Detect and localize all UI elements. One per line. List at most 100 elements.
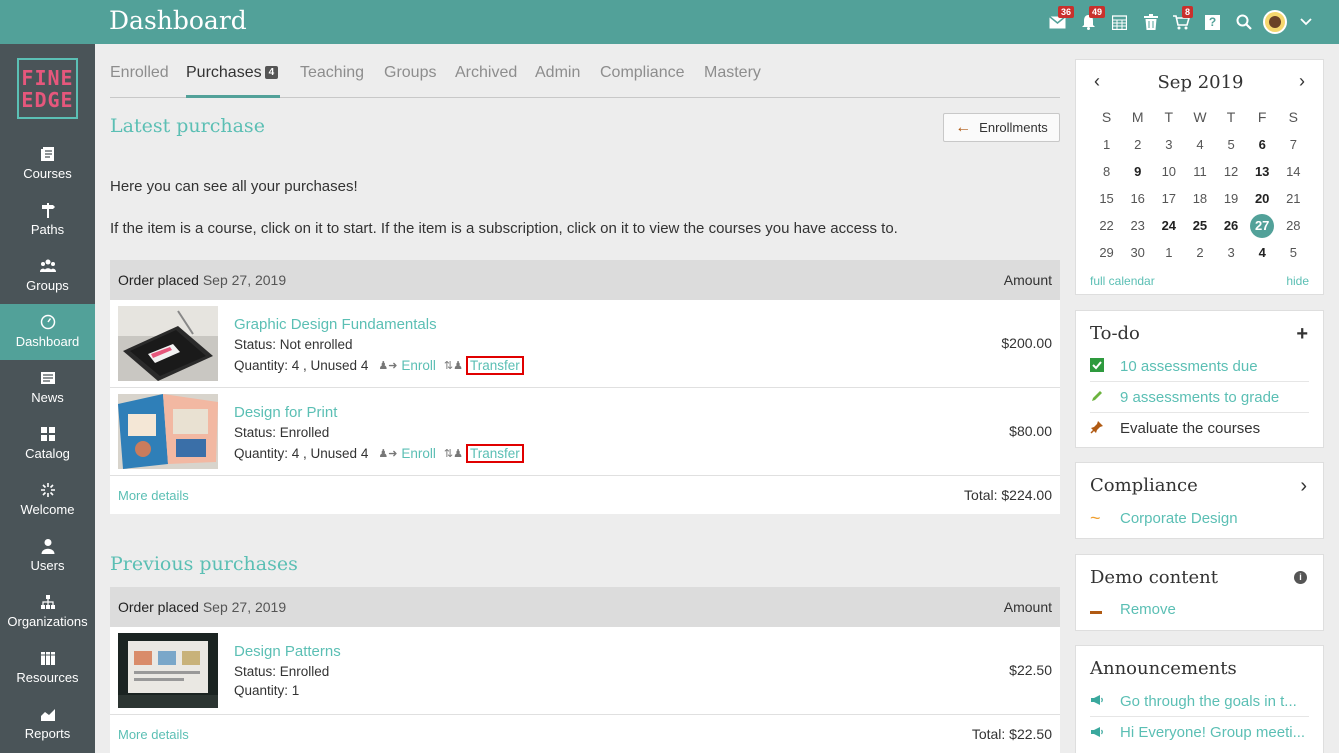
sidebar-item-courses[interactable]: Courses <box>0 136 95 192</box>
announcement-item[interactable]: Go through the goals in t... <box>1090 686 1309 717</box>
order-header: Order placed Sep 27, 2019 Amount <box>110 587 1060 627</box>
order-date: Sep 27, 2019 <box>202 599 287 615</box>
chevron-right-icon[interactable]: › <box>1299 71 1305 92</box>
todo-item[interactable]: 10 assessments due <box>1090 351 1309 382</box>
calendar-day[interactable]: 1 <box>1091 131 1122 158</box>
calendar-day[interactable]: 20 <box>1247 185 1278 212</box>
calendar-day[interactable]: 30 <box>1122 239 1153 266</box>
tab-enrolled[interactable]: Enrolled <box>110 64 169 82</box>
hide-calendar-link[interactable]: hide <box>1286 274 1309 288</box>
course-thumbnail[interactable] <box>118 394 218 469</box>
sidebar-item-news[interactable]: News <box>0 360 95 416</box>
course-title-link[interactable]: Design for Print <box>234 404 337 421</box>
calendar-icon[interactable] <box>1104 0 1135 44</box>
calendar-day[interactable]: 13 <box>1247 158 1278 185</box>
calendar-day[interactable]: 4 <box>1247 239 1278 266</box>
calendar-day[interactable]: 10 <box>1153 158 1184 185</box>
calendar-day[interactable]: 21 <box>1278 185 1309 212</box>
enroll-link[interactable]: Enroll <box>401 358 436 373</box>
sidebar-item-users[interactable]: Users <box>0 528 95 584</box>
calendar-day[interactable]: 9 <box>1122 158 1153 185</box>
sidebar-item-paths[interactable]: Paths <box>0 192 95 248</box>
todo-item-label: Evaluate the courses <box>1120 420 1261 437</box>
calendar-day[interactable]: 14 <box>1278 158 1309 185</box>
course-thumbnail[interactable] <box>118 306 218 381</box>
tab-admin[interactable]: Admin <box>535 64 580 82</box>
notifications-icon[interactable]: 49 <box>1073 0 1106 44</box>
logo[interactable]: FINE EDGE <box>17 58 78 119</box>
compliance-item[interactable]: ~ Corporate Design <box>1090 503 1309 534</box>
chevron-down-icon[interactable] <box>1290 0 1321 44</box>
cart-badge: 8 <box>1182 6 1194 18</box>
todo-item[interactable]: 9 assessments to grade <box>1090 382 1309 413</box>
sidebar-item-resources[interactable]: Resources <box>0 640 95 696</box>
sidebar-item-reports[interactable]: Reports <box>0 696 95 752</box>
calendar-day[interactable]: 4 <box>1184 131 1215 158</box>
messages-icon[interactable]: 36 <box>1042 0 1075 44</box>
sidebar-item-dashboard[interactable]: Dashboard <box>0 304 95 360</box>
calendar-day[interactable]: 28 <box>1278 212 1309 239</box>
announcement-item[interactable]: Hi Everyone! Group meeti... <box>1090 717 1309 748</box>
item-status: Status: Enrolled <box>234 425 330 440</box>
calendar-day[interactable]: 27 <box>1247 212 1278 239</box>
tab-groups[interactable]: Groups <box>384 64 436 82</box>
enroll-user-icon: ♟➜ <box>378 448 398 460</box>
calendar-weekday: W <box>1193 109 1207 125</box>
calendar-day[interactable]: 2 <box>1184 239 1215 266</box>
sidebar-item-welcome[interactable]: Welcome <box>0 472 95 528</box>
user-avatar[interactable] <box>1259 0 1290 44</box>
calendar-day[interactable]: 16 <box>1122 185 1153 212</box>
enroll-link[interactable]: Enroll <box>401 446 436 461</box>
remove-demo-item[interactable]: Remove <box>1090 594 1309 625</box>
todo-item[interactable]: Evaluate the courses <box>1090 413 1309 444</box>
sidebar-item-groups[interactable]: Groups <box>0 248 95 304</box>
more-details-link[interactable]: More details <box>118 488 189 503</box>
calendar-day[interactable]: 23 <box>1122 212 1153 239</box>
search-icon[interactable] <box>1228 0 1259 44</box>
tab-teaching[interactable]: Teaching <box>300 64 364 82</box>
info-icon[interactable]: i <box>1294 571 1307 584</box>
calendar-day[interactable]: 18 <box>1184 185 1215 212</box>
calendar-day[interactable]: 7 <box>1278 131 1309 158</box>
calendar-day[interactable]: 17 <box>1153 185 1184 212</box>
calendar-day[interactable]: 24 <box>1153 212 1184 239</box>
course-thumbnail[interactable] <box>118 633 218 708</box>
calendar-day[interactable]: 15 <box>1091 185 1122 212</box>
calendar-weekday: S <box>1288 109 1298 125</box>
calendar-day[interactable]: 11 <box>1184 158 1215 185</box>
calendar-day[interactable]: 6 <box>1247 131 1278 158</box>
cart-icon[interactable]: 8 <box>1166 0 1197 44</box>
calendar-day[interactable]: 8 <box>1091 158 1122 185</box>
course-title-link[interactable]: Design Patterns <box>234 643 341 660</box>
enrollments-button[interactable]: ← Enrollments <box>943 113 1060 142</box>
calendar-day[interactable]: 5 <box>1278 239 1309 266</box>
messages-badge: 36 <box>1058 6 1075 18</box>
plus-icon[interactable]: + <box>1296 323 1308 346</box>
calendar-day[interactable]: 25 <box>1184 212 1215 239</box>
calendar-day[interactable]: 1 <box>1153 239 1184 266</box>
calendar-day[interactable]: 29 <box>1091 239 1122 266</box>
sidebar-item-organizations[interactable]: Organizations <box>0 584 95 640</box>
course-title-link[interactable]: Graphic Design Fundamentals <box>234 316 437 333</box>
trash-icon[interactable] <box>1135 0 1166 44</box>
tab-mastery[interactable]: Mastery <box>704 64 761 82</box>
calendar-day[interactable]: 19 <box>1216 185 1247 212</box>
calendar-day[interactable]: 12 <box>1216 158 1247 185</box>
calendar-day[interactable]: 5 <box>1216 131 1247 158</box>
calendar-day[interactable]: 2 <box>1122 131 1153 158</box>
help-icon[interactable]: ? <box>1197 0 1228 44</box>
transfer-link[interactable]: Transfer <box>466 356 524 375</box>
sidebar-item-catalog[interactable]: Catalog <box>0 416 95 472</box>
tab-purchases[interactable]: Purchases 4 <box>186 64 279 82</box>
enroll-user-icon: ♟➜ <box>378 360 398 372</box>
chevron-right-icon[interactable]: › <box>1300 475 1307 498</box>
transfer-link[interactable]: Transfer <box>466 444 524 463</box>
calendar-day[interactable]: 3 <box>1216 239 1247 266</box>
tab-archived[interactable]: Archived <box>455 64 517 82</box>
calendar-day[interactable]: 26 <box>1216 212 1247 239</box>
more-details-link[interactable]: More details <box>118 727 189 742</box>
full-calendar-link[interactable]: full calendar <box>1090 274 1155 288</box>
calendar-day[interactable]: 22 <box>1091 212 1122 239</box>
tab-compliance[interactable]: Compliance <box>600 64 684 82</box>
calendar-day[interactable]: 3 <box>1153 131 1184 158</box>
